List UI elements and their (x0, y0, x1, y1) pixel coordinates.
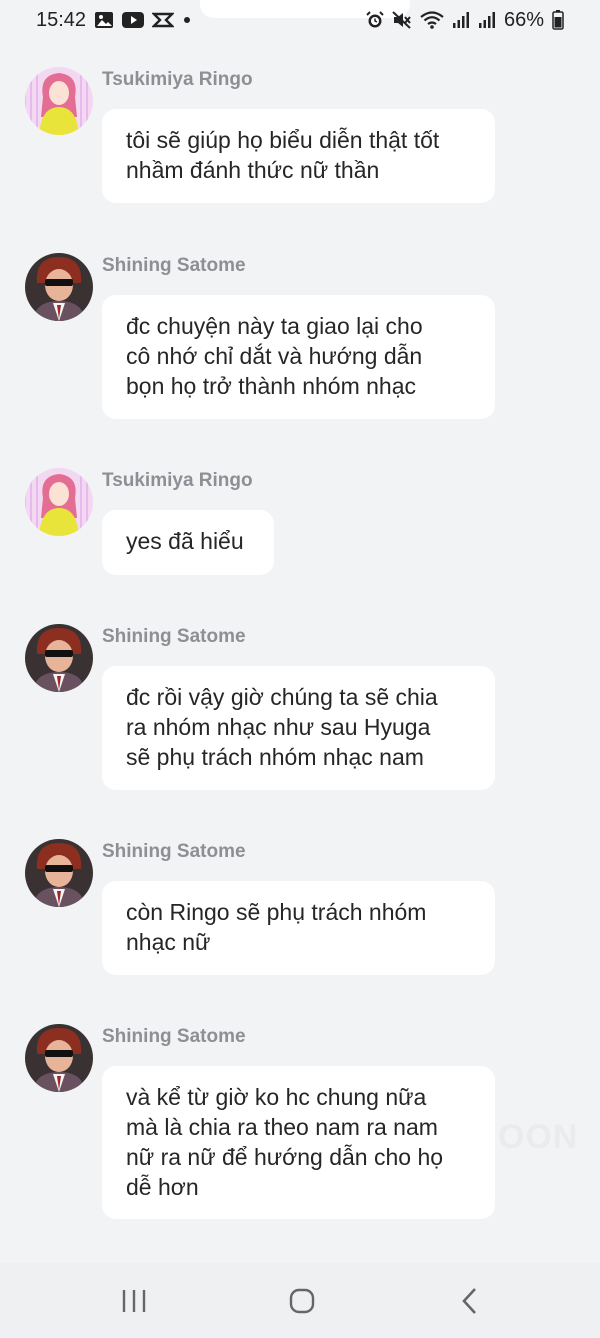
watermark: OON (498, 1118, 579, 1156)
message-bubble: tôi sẽ giúp họ biểu diễn thật tốt nhầm đ… (102, 109, 495, 203)
clock: 15:42 (36, 8, 87, 31)
battery-percent: 66% (503, 8, 544, 31)
sender-name: Shining Satome (102, 841, 246, 862)
back-icon[interactable] (450, 1285, 490, 1317)
message-bubble: đc rồi vậy giờ chúng ta sẽ chia ra nhóm … (102, 666, 495, 790)
signal-icon (478, 11, 496, 29)
sender-name: Shining Satome (102, 255, 246, 276)
message-bubble: đc chuyện này ta giao lại cho cô nhớ chỉ… (102, 295, 495, 419)
alarm-icon (366, 11, 384, 29)
youtube-icon (122, 12, 145, 28)
message-bubble: và kể từ giờ ko hc chung nữa mà là chia … (102, 1066, 495, 1219)
sender-name: Tsukimiya Ringo (102, 470, 253, 491)
recents-icon[interactable] (114, 1285, 154, 1317)
battery-icon (552, 10, 564, 30)
sender-name: Shining Satome (102, 1026, 246, 1047)
satome-avatar[interactable] (25, 1024, 93, 1092)
message-bubble: còn Ringo sẽ phụ trách nhóm nhạc nữ (102, 881, 495, 975)
satome-avatar[interactable] (25, 624, 93, 692)
message-bubble: yes đã hiểu (102, 510, 274, 575)
sender-name: Shining Satome (102, 626, 246, 647)
mute-icon (392, 11, 412, 29)
sender-name: Tsukimiya Ringo (102, 69, 253, 90)
navigation-bar (0, 1263, 600, 1338)
satome-avatar[interactable] (25, 253, 93, 321)
status-bar: 15:42 66% (0, 0, 600, 40)
gallery-icon (94, 11, 114, 29)
ringo-avatar[interactable] (25, 67, 93, 135)
home-icon[interactable] (282, 1285, 322, 1317)
capcut-icon (152, 11, 175, 29)
wifi-icon (420, 11, 444, 29)
satome-avatar[interactable] (25, 839, 93, 907)
ringo-avatar[interactable] (25, 468, 93, 536)
signal-icon (452, 11, 470, 29)
dot-icon (182, 15, 192, 25)
